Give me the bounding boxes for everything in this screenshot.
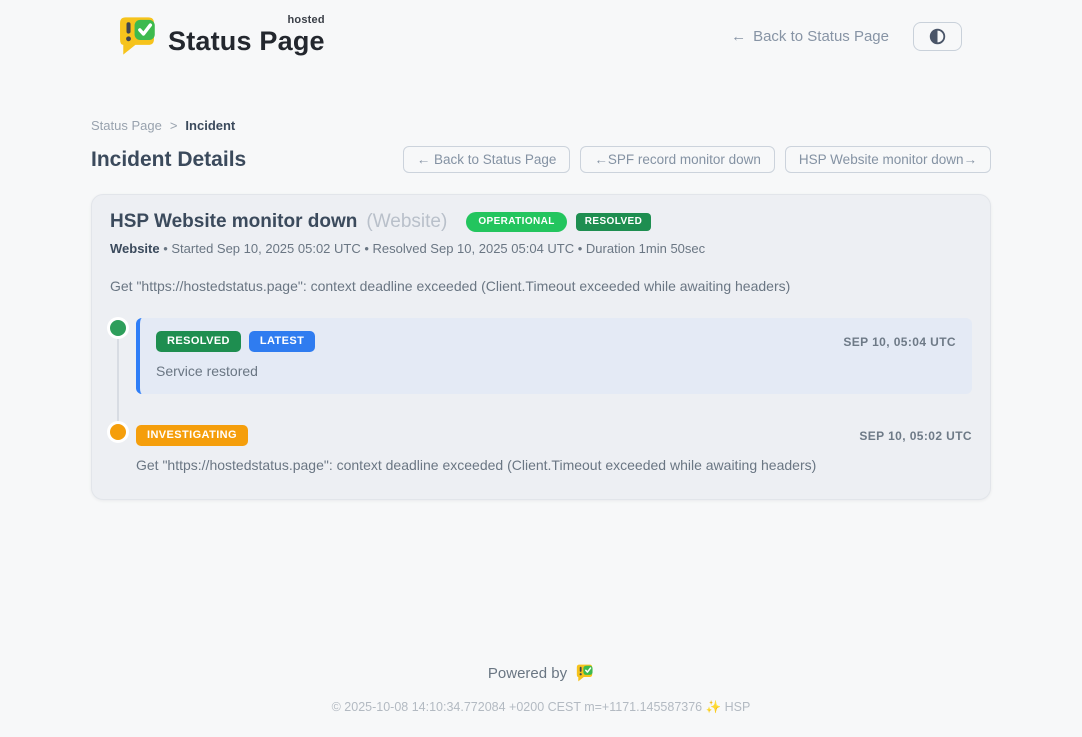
header-back-to-status-page-link[interactable]: ← Back to Status Page <box>731 28 889 45</box>
timeline-latest-badge: LATEST <box>249 331 315 352</box>
timeline-investigating-badge: INVESTIGATING <box>136 425 248 446</box>
incident-description: Get "https://hostedstatus.page": context… <box>110 278 972 294</box>
incident-meta-component: Website <box>110 241 160 256</box>
incident-card: HSP Website monitor down (Website) OPERA… <box>91 194 991 500</box>
timeline-dot-orange <box>110 424 126 440</box>
resolved-status-badge: RESOLVED <box>576 213 651 231</box>
header: hosted Status Page ← Back to Status Page <box>0 0 1082 68</box>
operational-status-badge: OPERATIONAL <box>466 212 566 232</box>
timeline-timestamp: SEP 10, 05:02 UTC <box>859 429 972 443</box>
timeline-message: Get "https://hostedstatus.page": context… <box>136 457 972 473</box>
left-arrow-icon: ← <box>731 28 746 45</box>
next-incident-button[interactable]: HSP Website monitor down→ <box>785 146 991 173</box>
logo-hosted-label: hosted <box>288 14 325 26</box>
status-page-logo-icon-small <box>575 663 594 683</box>
page: hosted Status Page ← Back to Status Page <box>0 0 1082 737</box>
page-title: Incident Details <box>91 148 246 172</box>
timeline-entry-header: INVESTIGATING SEP 10, 05:02 UTC <box>136 425 972 446</box>
timeline-entry-header: RESOLVED LATEST SEP 10, 05:04 UTC <box>156 331 956 352</box>
theme-toggle-button[interactable] <box>913 22 962 51</box>
header-right: ← Back to Status Page <box>731 22 962 51</box>
logo-title: Status Page <box>168 26 325 56</box>
timeline-entry-body: INVESTIGATING SEP 10, 05:02 UTC Get "htt… <box>136 422 972 473</box>
title-row: Incident Details ← Back to Status Page ←… <box>91 146 991 173</box>
breadcrumb-current-incident: Incident <box>185 118 235 133</box>
powered-by-link[interactable]: Powered by <box>488 663 594 683</box>
incident-title: HSP Website monitor down <box>110 211 357 233</box>
status-page-logo-icon <box>116 14 158 58</box>
header-back-link-label: Back to Status Page <box>753 28 889 45</box>
timeline-timestamp: SEP 10, 05:04 UTC <box>843 335 956 349</box>
timeline-entry-investigating: INVESTIGATING SEP 10, 05:02 UTC Get "htt… <box>110 422 972 473</box>
prev-incident-button[interactable]: ←SPF record monitor down <box>580 146 775 173</box>
back-to-status-page-button[interactable]: ← Back to Status Page <box>403 146 571 173</box>
incident-meta-details: • Started Sep 10, 2025 05:02 UTC • Resol… <box>160 241 706 256</box>
timeline-entry-body: RESOLVED LATEST SEP 10, 05:04 UTC Servic… <box>136 318 972 394</box>
logo-text: hosted Status Page <box>168 14 325 57</box>
copyright-text: © 2025-10-08 14:10:34.772084 +0200 CEST … <box>0 700 1082 715</box>
timeline-dot-green <box>110 320 126 336</box>
incident-timeline: RESOLVED LATEST SEP 10, 05:04 UTC Servic… <box>110 318 972 473</box>
powered-by-label: Powered by <box>488 665 567 682</box>
incident-nav-buttons: ← Back to Status Page ←SPF record monito… <box>403 146 991 173</box>
incident-meta: Website • Started Sep 10, 2025 05:02 UTC… <box>110 241 972 256</box>
main-content: Status Page > Incident Incident Details … <box>91 118 991 500</box>
breadcrumb: Status Page > Incident <box>91 118 991 133</box>
footer: Powered by © 2025-10-08 14:10:34.772084 … <box>0 663 1082 737</box>
breadcrumb-status-page-link[interactable]: Status Page <box>91 118 162 133</box>
status-page-logo[interactable]: hosted Status Page <box>116 14 325 58</box>
incident-card-header: HSP Website monitor down (Website) OPERA… <box>110 211 972 233</box>
half-circle-contrast-icon <box>929 28 946 45</box>
incident-component-label: (Website) <box>366 211 447 233</box>
timeline-entry-resolved: RESOLVED LATEST SEP 10, 05:04 UTC Servic… <box>110 318 972 394</box>
breadcrumb-separator: > <box>170 118 178 133</box>
timeline-message: Service restored <box>156 363 956 379</box>
timeline-resolved-badge: RESOLVED <box>156 331 241 352</box>
